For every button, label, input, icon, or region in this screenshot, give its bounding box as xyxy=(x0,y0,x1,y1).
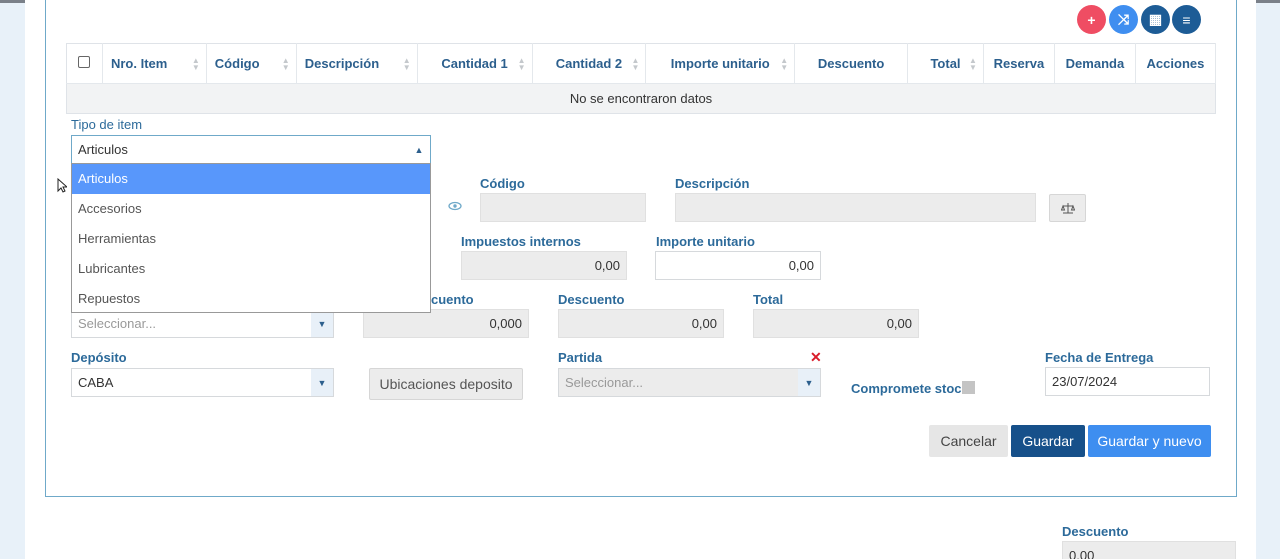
sort-icon: ▲ ▼ xyxy=(969,56,977,72)
chevron-down-icon: ▼ xyxy=(798,369,820,396)
col-acciones: Acciones xyxy=(1135,43,1217,84)
footer-descuento-field: 0,00 xyxy=(1062,541,1236,559)
col-descuento[interactable]: Descuento xyxy=(794,43,909,84)
header-label: Acciones xyxy=(1146,56,1205,71)
table-icon: ▦ xyxy=(1148,11,1163,27)
col-cantidad-1[interactable]: Cantidad 1 ▲ ▼ xyxy=(417,43,533,84)
cancel-button[interactable]: Cancelar xyxy=(929,425,1008,457)
compromete-stock-checkbox[interactable] xyxy=(962,381,975,394)
header-label: Descuento xyxy=(817,56,885,71)
deposito-label: Depósito xyxy=(71,350,127,365)
left-select-placeholder: Seleccionar... xyxy=(78,316,157,331)
tipo-item-label: Tipo de item xyxy=(71,117,143,132)
col-codigo[interactable]: Código ▲ ▼ xyxy=(206,43,297,84)
sort-icon: ▲ ▼ xyxy=(402,56,411,72)
descripcion-field[interactable] xyxy=(675,193,1036,222)
empty-message: No se encontraron datos xyxy=(66,83,1216,114)
header-label: Reserva xyxy=(993,56,1045,71)
descuento-label: Descuento xyxy=(558,292,625,307)
mouse-cursor-icon xyxy=(57,178,67,193)
select-all-checkbox[interactable] xyxy=(78,56,91,68)
option-articulos[interactable]: Articulos xyxy=(72,164,430,194)
partida-placeholder: Seleccionar... xyxy=(565,375,644,390)
fecha-entrega-label: Fecha de Entrega xyxy=(1045,350,1154,365)
col-nro-item[interactable]: Nro. Item ▲ ▼ xyxy=(102,43,207,84)
descripcion-label: Descripción xyxy=(675,176,750,191)
table-header-row: Nro. Item ▲ ▼ Código ▲ ▼ Descripción ▲ ▼ Canti… xyxy=(66,43,1217,84)
fecha-entrega-field[interactable]: 23/07/2024 xyxy=(1045,367,1210,396)
table-row: No se encontraron datos xyxy=(66,83,1216,114)
compromete-stock-label: Compromete stock xyxy=(851,381,969,396)
sort-icon: ▲ ▼ xyxy=(631,56,640,72)
descuento-field: 0,00 xyxy=(558,309,724,338)
tipo-item-dropdown: Articulos Accesorios Herramientas Lubric… xyxy=(71,163,431,313)
header-label: Total xyxy=(930,56,961,71)
sort-icon: ▲ ▼ xyxy=(191,56,200,72)
scale-button[interactable] xyxy=(1049,194,1086,222)
select-all-header xyxy=(66,43,103,84)
ubicaciones-deposito-button[interactable]: Ubicaciones deposito xyxy=(369,368,523,400)
option-lubricantes[interactable]: Lubricantes xyxy=(72,254,430,284)
header-label: Código xyxy=(214,56,260,71)
total-field: 0,00 xyxy=(753,309,919,338)
pct-descuento-label: cuento xyxy=(431,292,474,307)
footer-descuento-label: Descuento xyxy=(1062,524,1129,539)
deposito-select[interactable]: CABA ▼ xyxy=(71,368,334,397)
impuestos-internos-label: Impuestos internos xyxy=(461,234,581,249)
shuffle-button[interactable]: ⤨ xyxy=(1109,5,1138,34)
tipo-item-value: Articulos xyxy=(78,142,128,157)
balance-scale-icon xyxy=(1060,203,1075,214)
clear-partida-icon[interactable]: ✕ xyxy=(810,349,822,366)
eye-icon[interactable] xyxy=(447,200,463,212)
header-label: Importe unitario xyxy=(670,56,770,71)
chevron-up-icon: ▲ xyxy=(408,136,430,163)
option-herramientas[interactable]: Herramientas xyxy=(72,224,430,254)
importe-unitario-field[interactable]: 0,00 xyxy=(655,251,821,280)
header-label: Nro. Item xyxy=(110,56,168,71)
codigo-label: Código xyxy=(480,176,525,191)
header-label: Cantidad 2 xyxy=(555,56,623,71)
chevron-down-icon: ▼ xyxy=(311,369,333,396)
importe-unitario-label: Importe unitario xyxy=(656,234,755,249)
tipo-item-select[interactable]: Articulos ▲ xyxy=(71,135,431,164)
header-label: Demanda xyxy=(1065,56,1125,71)
plus-icon: + xyxy=(1087,11,1096,28)
sort-icon: ▲ ▼ xyxy=(780,56,789,72)
col-demanda: Demanda xyxy=(1054,43,1136,84)
deposito-value: CABA xyxy=(78,375,114,390)
sort-icon: ▲ ▼ xyxy=(517,56,526,72)
items-table: Nro. Item ▲ ▼ Código ▲ ▼ Descripción ▲ ▼ Canti… xyxy=(66,43,1217,114)
save-button[interactable]: Guardar xyxy=(1011,425,1085,457)
option-repuestos[interactable]: Repuestos xyxy=(72,284,430,314)
chevron-down-icon: ▼ xyxy=(311,310,333,337)
shuffle-icon: ⤨ xyxy=(1117,11,1130,27)
total-label: Total xyxy=(753,292,784,307)
codigo-field[interactable] xyxy=(480,193,646,222)
add-item-button[interactable]: + xyxy=(1077,5,1106,34)
col-importe-unitario[interactable]: Importe unitario ▲ ▼ xyxy=(645,43,796,84)
impuestos-internos-field: 0,00 xyxy=(461,251,627,280)
grid-view-button[interactable]: ▦ xyxy=(1141,5,1170,34)
save-and-new-button[interactable]: Guardar y nuevo xyxy=(1088,425,1211,457)
option-accesorios[interactable]: Accesorios xyxy=(72,194,430,224)
col-cantidad-2[interactable]: Cantidad 2 ▲ ▼ xyxy=(532,43,647,84)
partida-label: Partida xyxy=(558,350,603,365)
col-total[interactable]: Total ▲ ▼ xyxy=(907,43,984,84)
header-label: Descripción xyxy=(304,56,380,71)
partida-select[interactable]: Seleccionar... ▼ xyxy=(558,368,821,397)
menu-icon: ≡ xyxy=(1182,11,1191,28)
list-menu-button[interactable]: ≡ xyxy=(1172,5,1201,34)
col-reserva: Reserva xyxy=(983,43,1055,84)
header-label: Cantidad 1 xyxy=(441,56,508,71)
sort-icon: ▲ ▼ xyxy=(281,56,290,72)
col-descripcion[interactable]: Descripción ▲ ▼ xyxy=(296,43,418,84)
